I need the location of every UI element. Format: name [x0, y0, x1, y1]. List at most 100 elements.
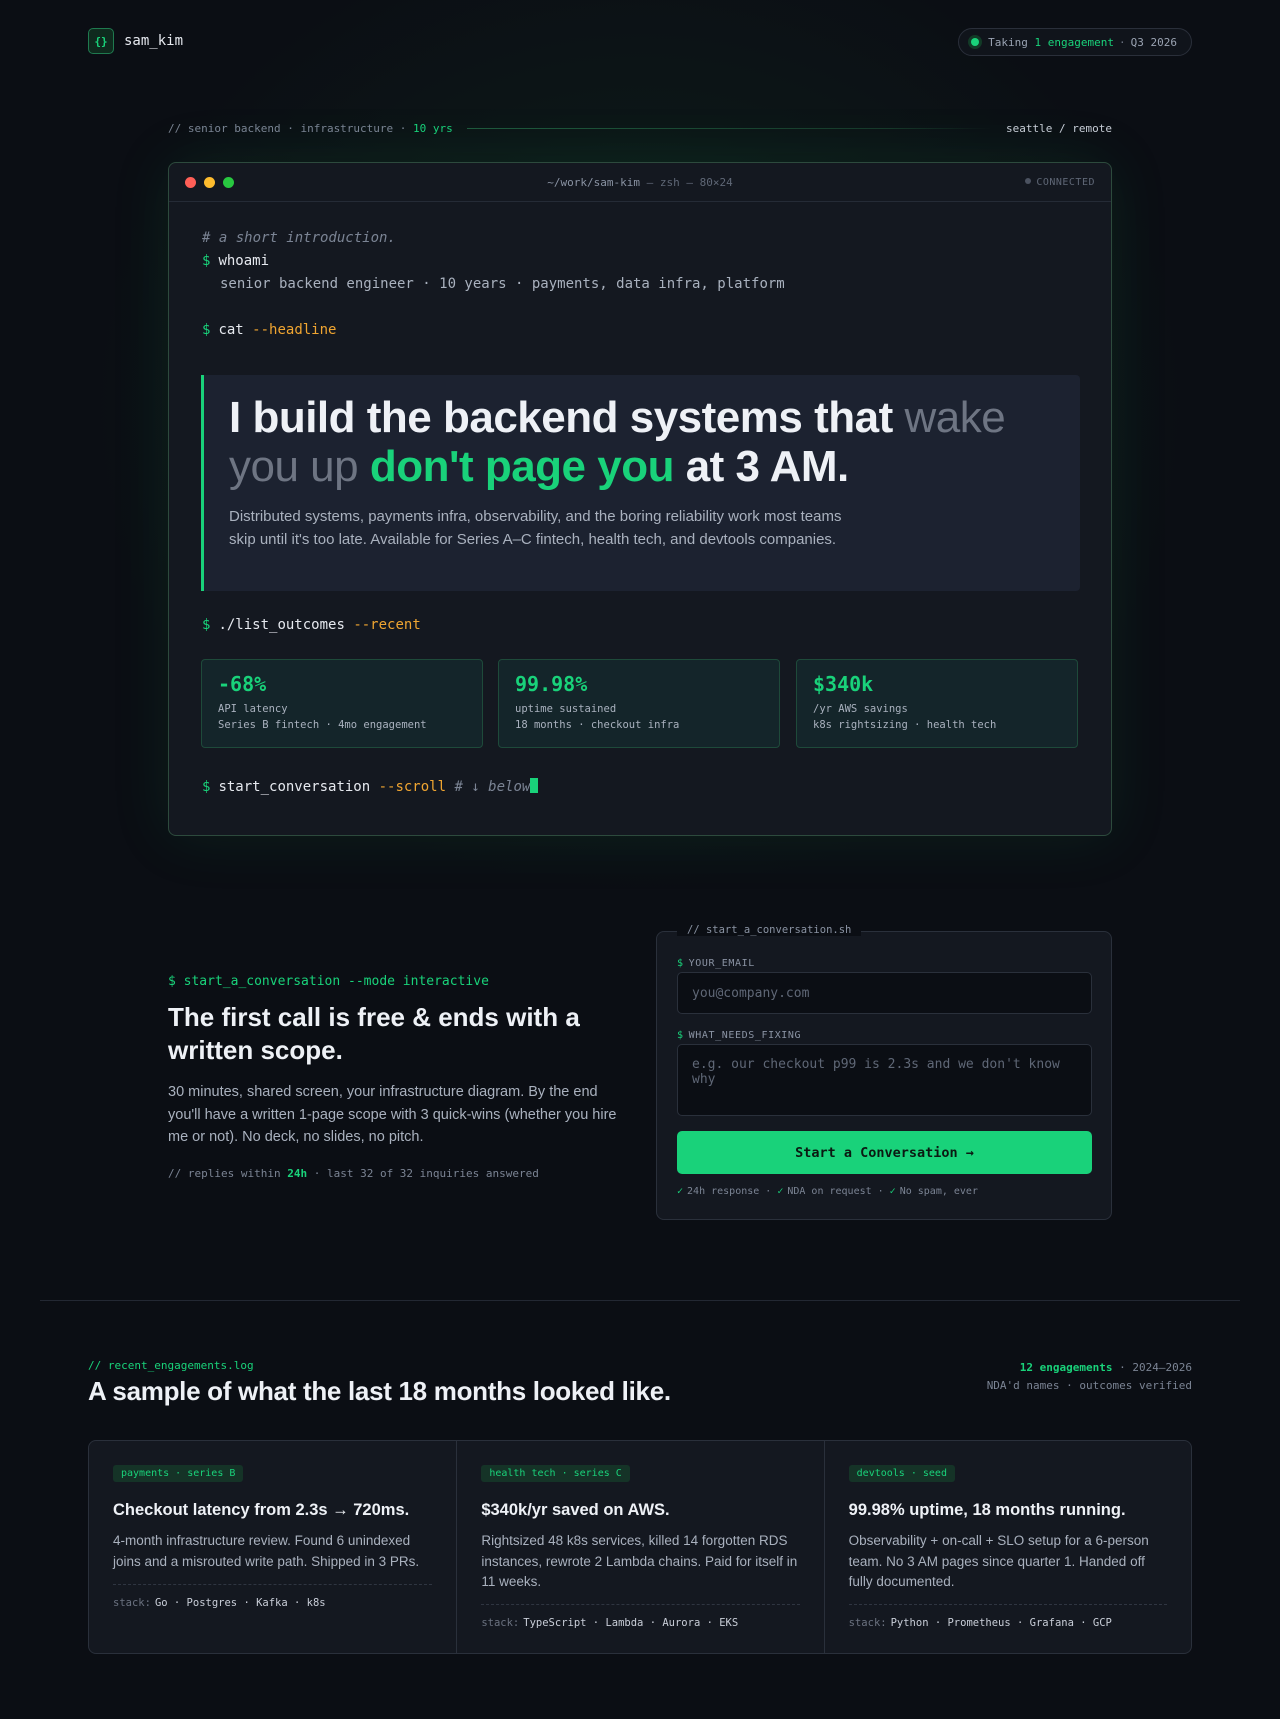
fix-label-text: WHAT_NEEDS_FIXING [688, 1030, 802, 1041]
prompt-symbol: $ [202, 253, 211, 269]
terminal-line-cat: $ cat --headline [202, 322, 336, 338]
command-list-outcomes: ./list_outcomes [218, 617, 345, 633]
command-whoami: whoami [218, 253, 270, 269]
conversation-intro: $ start_a_conversation --mode interactiv… [168, 974, 618, 1180]
form-tab-label: // start_a_conversation.sh [677, 924, 862, 936]
email-label: $ YOUR_EMAIL [677, 958, 755, 969]
brand-name: sam_kim [124, 33, 184, 49]
stat-context: 18 months · checkout infra [515, 719, 680, 731]
terminal-window: ~/work/sam-kim — zsh — 80×24 CONNECTED #… [168, 162, 1112, 836]
engagement-range: · 2024–2026 [1119, 1361, 1192, 1374]
footnote-highlight: 24h [287, 1166, 308, 1180]
engagements-meta: 12 engagements · 2024–2026 NDA'd names ·… [987, 1359, 1192, 1395]
conversation-command: $ start_a_conversation --mode interactiv… [168, 974, 489, 989]
stat-label: API latency [218, 703, 288, 715]
card-body: Observability + on-call + SLO setup for … [848, 1533, 1149, 1589]
card-stack: stack: Go · Postgres · Kafka · k8s [113, 1584, 433, 1609]
status-prefix: Taking [988, 35, 1028, 49]
command-flag: --recent [353, 617, 421, 633]
terminal-title: ~/work/sam-kim — zsh — 80×24 [169, 176, 1111, 189]
email-field[interactable] [677, 972, 1092, 1014]
card-body: Rightsized 48 k8s services, killed 14 fo… [481, 1533, 798, 1589]
stack-list: Python · Prometheus · Grafana · GCP [890, 1617, 1112, 1629]
terminal-comment: # a short introduction. [202, 230, 396, 246]
command-flag: --headline [252, 322, 337, 338]
engagement-card[interactable]: health tech · series C $340k/yr saved on… [456, 1441, 823, 1653]
status-quarter: Q3 2026 [1130, 35, 1177, 49]
conversation-body: 30 minutes, shared screen, your infrastr… [168, 1084, 617, 1145]
intro-line: // senior backend · infrastructure · 10 … [168, 120, 1112, 136]
stat-context: Series B fintech · 4mo engagement [218, 719, 427, 731]
conversation-title: The first call is free & ends with a wri… [168, 1002, 580, 1065]
command-start-conversation: start_conversation [218, 779, 371, 795]
engagements-tag: // recent_engagements.log [88, 1359, 254, 1372]
category-chip: devtools · seed [848, 1465, 955, 1482]
start-conversation-button[interactable]: Start a Conversation → [677, 1131, 1092, 1174]
connection-label: CONNECTED [1036, 176, 1095, 188]
section-divider [40, 1300, 1240, 1301]
email-label-text: YOUR_EMAIL [688, 958, 755, 969]
stat-card: $340k /yr AWS savings k8s rightsizing · … [796, 659, 1078, 748]
assurance-item: No spam, ever [899, 1186, 978, 1197]
stack-list: Go · Postgres · Kafka · k8s [154, 1597, 326, 1609]
availability-badge: Taking 1 engagement · Q3 2026 [958, 28, 1192, 56]
stack-label: stack: [481, 1617, 520, 1629]
connection-status: CONNECTED [1025, 177, 1095, 188]
stack-list: TypeScript · Lambda · Aurora · EKS [523, 1617, 739, 1629]
site-header: {} sam_kim Taking 1 engagement · Q3 2026 [88, 28, 1192, 56]
check-icon: ✓ [777, 1186, 784, 1197]
stack-label: stack: [848, 1617, 887, 1629]
connection-dot-icon [1025, 177, 1032, 184]
card-stack: stack: TypeScript · Lambda · Aurora · EKS [481, 1604, 800, 1629]
intro-role: // senior backend · infrastructure · [168, 121, 407, 135]
braces-icon: {} [88, 28, 114, 54]
check-icon: ✓ [677, 1186, 684, 1197]
terminal-line-outcomes: $ ./list_outcomes --recent [202, 617, 421, 633]
status-highlight: 1 engagement [1034, 35, 1115, 49]
card-title: 99.98% uptime, 18 months running. [848, 1501, 1126, 1519]
category-chip: payments · series B [113, 1465, 244, 1482]
assurance-item: NDA on request [787, 1186, 872, 1197]
terminal-path: ~/work/sam-kim [547, 175, 640, 189]
engagement-cards: payments · series B Checkout latency fro… [88, 1440, 1192, 1654]
form-assurances: ✓ 24h response · ✓ NDA on request · ✓ No spam, … [677, 1186, 978, 1197]
stat-context: k8s rightsizing · health tech [813, 719, 997, 731]
card-title: Checkout latency from 2.3s → 720ms. [113, 1501, 410, 1519]
prompt-symbol: $ [202, 322, 211, 338]
headline-part-1: I build the backend systems that [229, 393, 905, 442]
card-title: $340k/yr saved on AWS. [481, 1501, 670, 1519]
hero-subtitle: Distributed systems, payments infra, obs… [229, 508, 842, 548]
stack-label: stack: [113, 1597, 151, 1609]
stat-card: -68% API latency Series B fintech · 4mo … [201, 659, 483, 748]
stat-label: /yr AWS savings [813, 703, 908, 715]
headline-block: I build the backend systems that wake yo… [201, 375, 1080, 591]
headline-highlight: don't page you [369, 442, 675, 491]
engagement-card[interactable]: devtools · seed 99.98% uptime, 18 months… [823, 1441, 1191, 1653]
divider [466, 127, 993, 129]
terminal-cursor [530, 778, 539, 793]
needs-fixing-textarea[interactable] [677, 1044, 1092, 1116]
terminal-titlebar: ~/work/sam-kim — zsh — 80×24 CONNECTED [169, 163, 1111, 202]
card-stack: stack: Python · Prometheus · Grafana · GC… [848, 1604, 1167, 1629]
headline-part-2: at 3 AM. [673, 442, 850, 491]
engagement-card[interactable]: payments · series B Checkout latency fro… [89, 1441, 456, 1653]
assurance-item: 24h response [687, 1186, 760, 1197]
command-flag: --scroll [378, 779, 447, 795]
intro-years: 10 yrs [413, 121, 453, 135]
check-icon: ✓ [889, 1186, 896, 1197]
prompt-symbol: $ [202, 779, 211, 795]
terminal-line-start[interactable]: $ start_conversation --scroll # ↓ below [202, 778, 539, 795]
command-cat: cat [218, 322, 244, 338]
card-body: 4-month infrastructure review. Found 6 u… [113, 1533, 420, 1569]
engagement-note: NDA'd names · outcomes verified [986, 1379, 1192, 1392]
conversation-footnote: // replies within 24h · last 32 of 32 in… [168, 1167, 618, 1180]
engagements-title: A sample of what the last 18 months look… [88, 1376, 671, 1406]
status-dot-icon [971, 38, 980, 46]
stat-value: 99.98% [515, 672, 588, 696]
scroll-hint: # ↓ below [454, 779, 531, 795]
stat-card: 99.98% uptime sustained 18 months · chec… [498, 659, 780, 748]
terminal-shell-info: — zsh — 80×24 [646, 175, 733, 189]
intro-location: seattle / remote [1006, 121, 1112, 135]
hero-headline: I build the backend systems that wake yo… [229, 393, 1049, 491]
logo[interactable]: {} sam_kim [88, 28, 183, 54]
